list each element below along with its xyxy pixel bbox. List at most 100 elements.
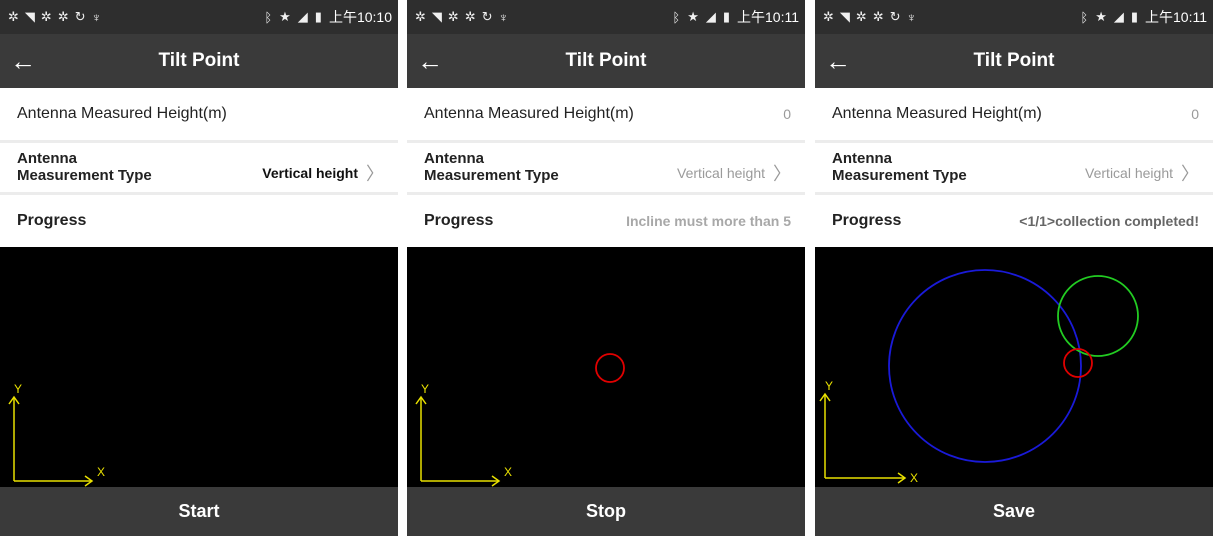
- settings-icon: ✲: [872, 9, 884, 24]
- screen-3: ✲ ◥ ✲ ✲ ↻ ♆ ᛒ ★ ◢ ▮ 上午10:11 ← Tilt Point…: [815, 0, 1213, 536]
- antenna-height-label: Antenna Measured Height(m): [832, 105, 1042, 122]
- usb-icon: ♆: [906, 9, 917, 25]
- antenna-height-row[interactable]: Antenna Measured Height(m) 0: [815, 88, 1213, 140]
- battery-icon: ▮: [314, 9, 322, 24]
- measurement-type-text: Vertical height: [677, 165, 765, 181]
- screen-1: ✲ ◥ ✲ ✲ ↻ ♆ ᛒ ★ ◢ ▮ 上午10:10 ← Tilt Point…: [0, 0, 398, 536]
- chevron-right-icon: 〉: [366, 164, 384, 184]
- bluetooth-icon: ᛒ: [264, 9, 273, 25]
- antenna-height-row[interactable]: Antenna Measured Height(m): [0, 88, 398, 140]
- save-button[interactable]: Save: [815, 487, 1213, 536]
- tilt-plot: Y X: [415, 353, 625, 487]
- antenna-height-label: Antenna Measured Height(m): [424, 105, 634, 122]
- no-signal-icon: ◢: [297, 9, 308, 24]
- sync-icon: ↻: [889, 9, 901, 24]
- measurement-type-label: Antenna Measurement Type: [17, 150, 152, 184]
- settings-icon: ✲: [8, 9, 19, 24]
- progress-value: <1/1>collection completed!: [1019, 213, 1199, 229]
- tilt-indicator-circle: [595, 353, 625, 383]
- battery-icon: ▮: [722, 9, 730, 24]
- progress-label: Progress: [424, 212, 494, 229]
- progress-row: Progress <1/1>collection completed!: [815, 195, 1213, 247]
- status-right: ᛒ ★ ◢ ▮ 上午10:11: [672, 7, 799, 27]
- no-signal-icon: ◢: [705, 9, 716, 24]
- progress-value: Incline must more than 5: [626, 213, 791, 229]
- status-time: 上午10:11: [737, 9, 799, 25]
- settings-icon: ✲: [855, 9, 867, 24]
- tilt-canvas: Y X: [0, 247, 398, 487]
- chevron-right-icon: 〉: [773, 164, 791, 184]
- green-target-circle: [1057, 275, 1139, 357]
- stop-button[interactable]: Stop: [407, 487, 805, 536]
- measurement-type-label: Antenna Measurement Type: [424, 150, 559, 184]
- bluetooth-icon: ᛒ: [672, 9, 681, 25]
- status-left-icons: ✲ ◥ ✲ ✲ ↻ ♆: [8, 9, 101, 25]
- antenna-height-label: Antenna Measured Height(m): [17, 105, 227, 122]
- tilt-indicator-circle: [1063, 348, 1093, 378]
- status-time: 上午10:11: [1145, 9, 1207, 25]
- tilt-canvas: Y X: [815, 247, 1213, 487]
- page-title: Tilt Point: [973, 50, 1055, 71]
- star-icon: ★: [279, 9, 291, 24]
- tilt-plot: Y X: [8, 382, 105, 487]
- x-axis-label: X: [504, 465, 512, 479]
- back-arrow-icon[interactable]: ←: [825, 48, 851, 74]
- status-left-icons: ✲ ◥ ✲ ✲ ↻ ♆: [823, 9, 916, 25]
- tilt-canvas: Y X: [407, 247, 805, 487]
- usb-icon: ♆: [498, 9, 509, 25]
- measurement-type-text: Vertical height: [1085, 165, 1173, 181]
- status-bar: ✲ ◥ ✲ ✲ ↻ ♆ ᛒ ★ ◢ ▮ 上午10:11: [815, 0, 1213, 34]
- measurement-type-row[interactable]: Antenna Measurement Type Vertical height…: [815, 143, 1213, 192]
- chevron-right-icon: 〉: [1181, 164, 1199, 184]
- wifi-icon: ◥: [431, 9, 442, 24]
- progress-row: Progress: [0, 195, 398, 247]
- progress-label: Progress: [17, 212, 87, 229]
- settings-icon: ✲: [464, 9, 476, 24]
- y-axis-label: Y: [421, 382, 429, 396]
- measurement-type-row[interactable]: Antenna Measurement Type Vertical height…: [407, 143, 805, 192]
- sync-icon: ↻: [481, 9, 493, 24]
- battery-icon: ▮: [1130, 9, 1138, 24]
- start-button[interactable]: Start: [0, 487, 398, 536]
- settings-icon: ✲: [40, 9, 52, 24]
- antenna-height-value: 0: [1191, 106, 1199, 122]
- no-signal-icon: ◢: [1113, 9, 1124, 24]
- page-title: Tilt Point: [565, 50, 647, 71]
- app-bar: ← Tilt Point: [815, 34, 1213, 88]
- status-bar: ✲ ◥ ✲ ✲ ↻ ♆ ᛒ ★ ◢ ▮ 上午10:11: [407, 0, 805, 34]
- measurement-type-text: Vertical height: [262, 165, 358, 181]
- antenna-height-value: 0: [783, 106, 791, 122]
- measurement-type-value: Vertical height 〉: [1085, 150, 1199, 186]
- status-right: ᛒ ★ ◢ ▮ 上午10:11: [1080, 7, 1207, 27]
- sync-icon: ↻: [74, 9, 86, 24]
- antenna-height-row[interactable]: Antenna Measured Height(m) 0: [407, 88, 805, 140]
- x-axis-label: X: [97, 465, 105, 479]
- back-arrow-icon[interactable]: ←: [417, 48, 443, 74]
- wifi-icon: ◥: [839, 9, 850, 24]
- status-time: 上午10:10: [328, 9, 392, 25]
- star-icon: ★: [1095, 9, 1107, 24]
- measurement-type-label: Antenna Measurement Type: [832, 150, 967, 184]
- star-icon: ★: [687, 9, 699, 24]
- x-axis-label: X: [910, 471, 918, 485]
- screens-container: ✲ ◥ ✲ ✲ ↻ ♆ ᛒ ★ ◢ ▮ 上午10:10 ← Tilt Point…: [0, 0, 1213, 536]
- app-bar: ← Tilt Point: [407, 34, 805, 88]
- settings-icon: ✲: [57, 9, 69, 24]
- bluetooth-icon: ᛒ: [1080, 9, 1089, 25]
- progress-row: Progress Incline must more than 5: [407, 195, 805, 247]
- status-left-icons: ✲ ◥ ✲ ✲ ↻ ♆: [415, 9, 508, 25]
- settings-icon: ✲: [447, 9, 459, 24]
- y-axis-label: Y: [825, 379, 833, 393]
- measurement-type-value: Vertical height 〉: [262, 150, 384, 186]
- screen-2: ✲ ◥ ✲ ✲ ↻ ♆ ᛒ ★ ◢ ▮ 上午10:11 ← Tilt Point…: [407, 0, 805, 536]
- back-arrow-icon[interactable]: ←: [10, 48, 36, 74]
- tilt-plot: Y X: [819, 269, 1139, 485]
- usb-icon: ♆: [91, 9, 102, 25]
- measurement-type-value: Vertical height 〉: [677, 150, 791, 186]
- app-bar: ← Tilt Point: [0, 34, 398, 88]
- measurement-type-row[interactable]: Antenna Measurement Type Vertical height…: [0, 143, 398, 192]
- wifi-icon: ◥: [24, 9, 35, 24]
- settings-icon: ✲: [823, 9, 834, 24]
- blue-collection-circle: [888, 269, 1082, 463]
- status-right: ᛒ ★ ◢ ▮ 上午10:10: [264, 7, 392, 27]
